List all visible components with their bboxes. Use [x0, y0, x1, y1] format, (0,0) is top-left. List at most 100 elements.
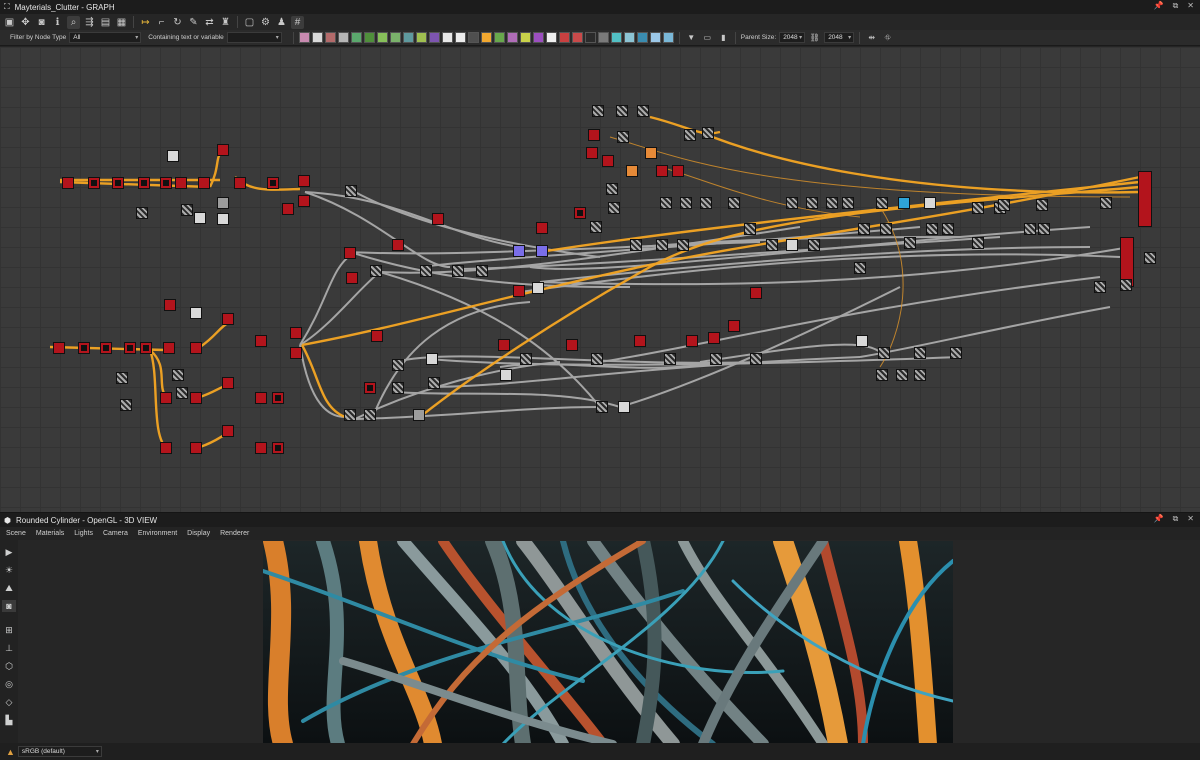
graph-node[interactable] — [1094, 281, 1106, 293]
graph-node[interactable] — [282, 203, 294, 215]
graph-node[interactable] — [728, 320, 740, 332]
graph-node[interactable] — [370, 265, 382, 277]
wrench-icon[interactable]: ✎ — [187, 16, 200, 29]
graph-node[interactable] — [513, 245, 525, 257]
graph-node[interactable] — [500, 369, 512, 381]
node-type-chip[interactable] — [649, 32, 661, 43]
graph-node[interactable] — [364, 382, 376, 394]
graph-node[interactable] — [616, 105, 628, 117]
menu-environment[interactable]: Environment — [138, 530, 177, 537]
graph-node[interactable] — [684, 129, 696, 141]
graph-node[interactable] — [426, 353, 438, 365]
graph-node[interactable] — [656, 165, 668, 177]
graph-node[interactable] — [750, 287, 762, 299]
node-type-chip[interactable] — [454, 32, 466, 43]
toggle-icon[interactable]: ⇄ — [203, 16, 216, 29]
graph-node[interactable] — [198, 177, 210, 189]
graph-node[interactable] — [702, 127, 714, 139]
graph-node[interactable] — [255, 335, 267, 347]
node-type-chip[interactable] — [636, 32, 648, 43]
maximize-icon[interactable]: ⧉ — [1173, 514, 1179, 524]
graph-node[interactable] — [672, 165, 684, 177]
graph-node[interactable] — [608, 202, 620, 214]
node-type-chip[interactable] — [324, 32, 336, 43]
scene-icon[interactable]: ⊞ — [2, 624, 16, 636]
pin-icon[interactable]: 📌 — [1154, 1, 1164, 11]
graph-node[interactable] — [664, 353, 676, 365]
frame-tool-icon[interactable]: ▭ — [701, 31, 714, 44]
node-type-chip[interactable] — [493, 32, 505, 43]
graph-node[interactable] — [160, 442, 172, 454]
graph-node[interactable] — [167, 150, 179, 162]
graph-node[interactable] — [972, 202, 984, 214]
graph-node[interactable] — [140, 342, 152, 354]
graph-node[interactable] — [942, 223, 954, 235]
graph-node[interactable] — [660, 197, 672, 209]
graph-node[interactable] — [1138, 171, 1152, 227]
graph-node[interactable] — [536, 245, 548, 257]
graph-node[interactable] — [826, 197, 838, 209]
node-type-chip[interactable] — [441, 32, 453, 43]
graph-node[interactable] — [217, 144, 229, 156]
graph-canvas[interactable] — [0, 47, 1200, 512]
graph-node[interactable] — [298, 195, 310, 207]
graph-node[interactable] — [88, 177, 100, 189]
node-type-chip[interactable] — [376, 32, 388, 43]
graph-node[interactable] — [62, 177, 74, 189]
graph-node[interactable] — [392, 382, 404, 394]
graph-node[interactable] — [255, 392, 267, 404]
graph-node[interactable] — [876, 369, 888, 381]
graph-node[interactable] — [896, 369, 908, 381]
graph-node[interactable] — [344, 247, 356, 259]
close-icon[interactable]: ✕ — [1187, 514, 1194, 524]
graph-node[interactable] — [217, 197, 229, 209]
node-type-chip[interactable] — [610, 32, 622, 43]
graph-node[interactable] — [786, 197, 798, 209]
graph-node[interactable] — [924, 197, 936, 209]
graph-node[interactable] — [298, 175, 310, 187]
output-size-select[interactable]: 2048 ▾ — [824, 32, 855, 43]
graph-node[interactable] — [532, 282, 544, 294]
fit-icon[interactable]: ✥ — [19, 16, 32, 29]
graph-node[interactable] — [364, 409, 376, 421]
graph-node[interactable] — [566, 339, 578, 351]
node-type-chip[interactable] — [623, 32, 635, 43]
graph-node[interactable] — [234, 177, 246, 189]
menu-materials[interactable]: Materials — [36, 530, 64, 537]
light-bulb-icon[interactable]: ☀ — [2, 564, 16, 576]
graph-node[interactable] — [606, 183, 618, 195]
graph-node[interactable] — [392, 359, 404, 371]
link-icon[interactable]: ⌐ — [155, 16, 168, 29]
node-type-chip[interactable] — [350, 32, 362, 43]
colorspace-select[interactable]: sRGB (default) ▾ — [17, 746, 102, 757]
graph-node[interactable] — [574, 207, 586, 219]
environment-icon[interactable]: ⛰ — [2, 582, 16, 594]
graph-node[interactable] — [856, 335, 868, 347]
graph-node[interactable] — [842, 197, 854, 209]
user-icon[interactable]: ♟ — [275, 16, 288, 29]
graph-node[interactable] — [190, 342, 202, 354]
graph-node[interactable] — [160, 392, 172, 404]
graph-node[interactable] — [590, 221, 602, 233]
camera-icon[interactable]: ◙ — [2, 600, 16, 612]
graph-node[interactable] — [586, 147, 598, 159]
graph-node[interactable] — [592, 105, 604, 117]
node-type-chip[interactable] — [597, 32, 609, 43]
graph-node[interactable] — [536, 222, 548, 234]
graph-node[interactable] — [680, 197, 692, 209]
graph-node[interactable] — [100, 342, 112, 354]
graph-node[interactable] — [1024, 223, 1036, 235]
graph-node[interactable] — [645, 147, 657, 159]
menu-lights[interactable]: Lights — [74, 530, 93, 537]
graph-node[interactable] — [914, 347, 926, 359]
sphere-icon[interactable]: ◎ — [2, 678, 16, 690]
graph-node[interactable] — [1144, 252, 1156, 264]
graph-node[interactable] — [290, 327, 302, 339]
graph-node[interactable] — [120, 399, 132, 411]
graph-node[interactable] — [520, 353, 532, 365]
graph-node[interactable] — [588, 129, 600, 141]
graph-node[interactable] — [222, 425, 234, 437]
graph-node[interactable] — [345, 185, 357, 197]
graph-node[interactable] — [392, 239, 404, 251]
node-type-chip[interactable] — [480, 32, 492, 43]
